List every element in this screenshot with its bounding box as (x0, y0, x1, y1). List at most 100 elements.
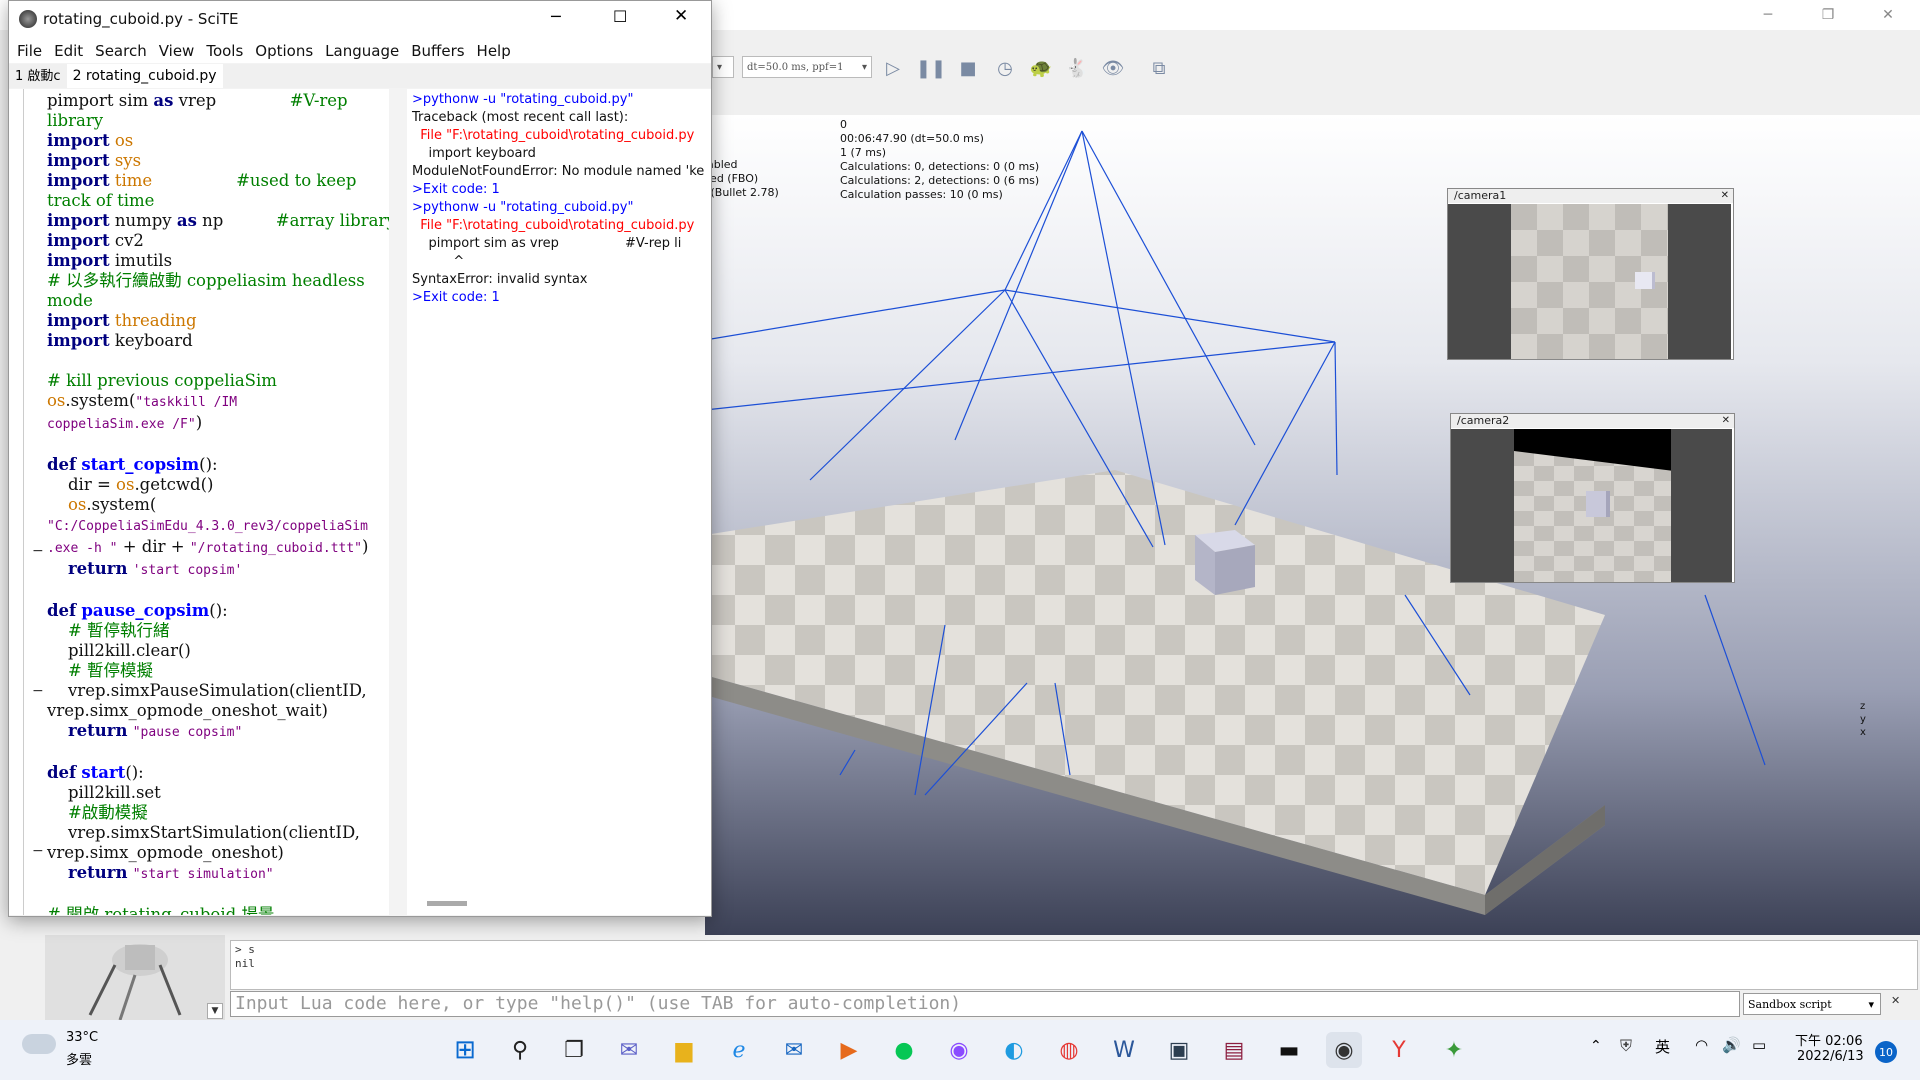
minimize-icon[interactable]: ─ (1745, 0, 1791, 30)
weather-temp[interactable]: 33°C (66, 1030, 98, 1045)
output-line: File "F:\rotating_cuboid\rotating_cuboid… (412, 218, 695, 233)
ime-indicator[interactable]: 英 (1655, 1036, 1670, 1057)
search-icon[interactable]: ⚲ (502, 1032, 538, 1068)
sandbox-label: Sandbox script (1748, 997, 1832, 1011)
lua-command-input[interactable]: Input Lua code here, or type "help()" (u… (230, 991, 1740, 1017)
model-thumbnail[interactable] (45, 935, 225, 1020)
coppeliasim-taskbar-icon[interactable]: Y (1381, 1032, 1417, 1068)
weather-desc[interactable]: 多雲 (66, 1049, 92, 1068)
vmware-icon[interactable]: ▣ (1161, 1032, 1197, 1068)
edge-icon[interactable]: ◐ (996, 1032, 1032, 1068)
realtime-icon[interactable]: ◷ (992, 55, 1018, 81)
close-icon[interactable]: ✕ (1721, 189, 1729, 203)
messenger-icon[interactable]: ◉ (941, 1032, 977, 1068)
close-icon[interactable]: ✕ (1722, 414, 1730, 428)
clock-date[interactable]: 2022/6/13 (1797, 1049, 1864, 1064)
clock-time[interactable]: 下午 02:06 (1795, 1030, 1863, 1049)
code-editor[interactable]: pimport sim as vrep #V-rep library impor… (9, 89, 389, 915)
internet-explorer-icon[interactable]: ℯ (721, 1032, 757, 1068)
fold-marker-icon[interactable]: − (32, 543, 44, 559)
output-line: SyntaxError: invalid syntax (412, 272, 588, 287)
windows-start-icon[interactable]: ⊞ (447, 1032, 483, 1068)
menu-tools[interactable]: Tools (200, 39, 249, 63)
scene-graphics (705, 130, 1766, 915)
fold-marker-icon[interactable]: − (32, 683, 44, 699)
camera1-title: /camera1 ✕ (1448, 189, 1733, 203)
delta-robot-image (88, 944, 182, 1020)
camera2-title-text: /camera2 (1457, 414, 1510, 427)
chevron-down-icon: ▾ (861, 61, 867, 73)
terminal-icon[interactable]: ▬ (1271, 1032, 1307, 1068)
play-icon[interactable]: ▷ (880, 55, 906, 81)
3d-scene-view[interactable]: abled led (FBO) (Bullet 2.78) 0 00:06:47… (705, 115, 1920, 935)
output-line: Traceback (most recent call last): (412, 110, 629, 125)
horizontal-scrollbar[interactable] (427, 901, 467, 906)
scroll-down-icon[interactable]: ▼ (207, 1003, 223, 1019)
chevron-down-icon: ▾ (1868, 997, 1874, 1011)
tab-2[interactable]: 2 rotating_cuboid.py (66, 64, 223, 88)
cloud-icon[interactable] (22, 1034, 56, 1054)
sandbox-script-select[interactable]: Sandbox script ▾ (1743, 993, 1881, 1015)
notification-badge[interactable]: 10 (1875, 1041, 1897, 1063)
close-icon[interactable]: ✕ (1865, 0, 1911, 30)
volume-icon[interactable]: 🔊 (1722, 1036, 1741, 1054)
window-title: rotating_cuboid.py - SciTE (43, 10, 239, 28)
buffer-tabs: 1 啟動c 2 rotating_cuboid.py (9, 64, 711, 88)
fold-marker-icon[interactable]: − (32, 843, 44, 859)
minimize-icon[interactable]: ─ (551, 7, 561, 26)
output-pane[interactable]: >pythonw -u "rotating_cuboid.py" Traceba… (407, 89, 711, 915)
line-app-icon[interactable]: ● (886, 1032, 922, 1068)
dt-dropdown[interactable]: dt=50.0 ms, ppf=1 ▾ (742, 56, 872, 78)
faster-icon[interactable]: 🐇 (1064, 55, 1090, 81)
scite-app-icon (19, 10, 37, 28)
menu-language[interactable]: Language (319, 39, 405, 63)
stop-icon[interactable]: ■ (955, 55, 981, 81)
output-line: pimport sim as vrep #V-rep li (412, 236, 682, 251)
word-icon[interactable]: W (1106, 1032, 1142, 1068)
app-icon[interactable]: ✦ (1436, 1032, 1472, 1068)
pause-icon[interactable]: ❚❚ (916, 55, 946, 81)
menu-edit[interactable]: Edit (48, 39, 89, 63)
output-line: >pythonw -u "rotating_cuboid.py" (412, 200, 634, 215)
teams-chat-icon[interactable]: ✉ (611, 1032, 647, 1068)
menu-buffers[interactable]: Buffers (405, 39, 470, 63)
output-line: >Exit code: 1 (412, 182, 500, 197)
maximize-icon[interactable]: ☐ (613, 7, 627, 26)
menu-help[interactable]: Help (471, 39, 517, 63)
output-line: import keyboard (412, 146, 536, 161)
mail-icon[interactable]: ✉ (776, 1032, 812, 1068)
winrar-icon[interactable]: ▤ (1216, 1032, 1252, 1068)
menu-view[interactable]: View (153, 39, 201, 63)
menu-file[interactable]: File (11, 39, 48, 63)
scene-info-right: 0 00:06:47.90 (dt=50.0 ms) 1 (7 ms) Calc… (840, 118, 1040, 201)
output-line: File "F:\rotating_cuboid\rotating_cuboid… (412, 128, 695, 143)
camera2-title: /camera2 ✕ (1451, 414, 1734, 428)
slower-icon[interactable]: 🐢 (1028, 55, 1054, 81)
task-view-icon[interactable]: ❐ (556, 1032, 592, 1068)
output-line: ModuleNotFoundError: No module named 'ke (412, 164, 705, 179)
output-lines: >pythonw -u "rotating_cuboid.py" Traceba… (412, 91, 704, 307)
media-player-icon[interactable]: ▶ (831, 1032, 867, 1068)
scite-taskbar-icon[interactable]: ◉ (1326, 1032, 1362, 1068)
battery-icon[interactable]: ▭ (1752, 1036, 1766, 1054)
tab-1[interactable]: 1 啟動c (9, 65, 67, 89)
menu-options[interactable]: Options (249, 39, 319, 63)
code-content: pimport sim as vrep #V-rep library impor… (47, 91, 389, 915)
chrome-icon[interactable]: ◍ (1051, 1032, 1087, 1068)
menu-bar: File Edit Search View Tools Options Language Bu… (9, 39, 711, 63)
file-explorer-icon[interactable]: ▆ (666, 1032, 702, 1068)
chevron-up-icon[interactable]: ⌃ (1590, 1038, 1602, 1054)
security-icon[interactable]: ⛨ (1620, 1036, 1632, 1056)
menu-search[interactable]: Search (89, 39, 153, 63)
axes-label: z y x (1860, 701, 1866, 738)
wifi-icon[interactable]: ◠ (1695, 1036, 1708, 1054)
dialog-icon[interactable]: ⧉ (1146, 55, 1172, 81)
close-icon[interactable]: ✕ (1891, 994, 1907, 1012)
camera2-view[interactable]: /camera2 ✕ (1450, 413, 1735, 583)
visualization-eye-icon[interactable]: 👁 (1100, 55, 1126, 81)
output-line: >Exit code: 1 (412, 290, 500, 305)
camera1-view[interactable]: /camera1 ✕ (1447, 188, 1734, 360)
engine-dropdown[interactable]: ▾ (712, 56, 734, 78)
close-icon[interactable]: ✕ (674, 6, 688, 26)
restore-icon[interactable]: ❐ (1805, 0, 1851, 30)
